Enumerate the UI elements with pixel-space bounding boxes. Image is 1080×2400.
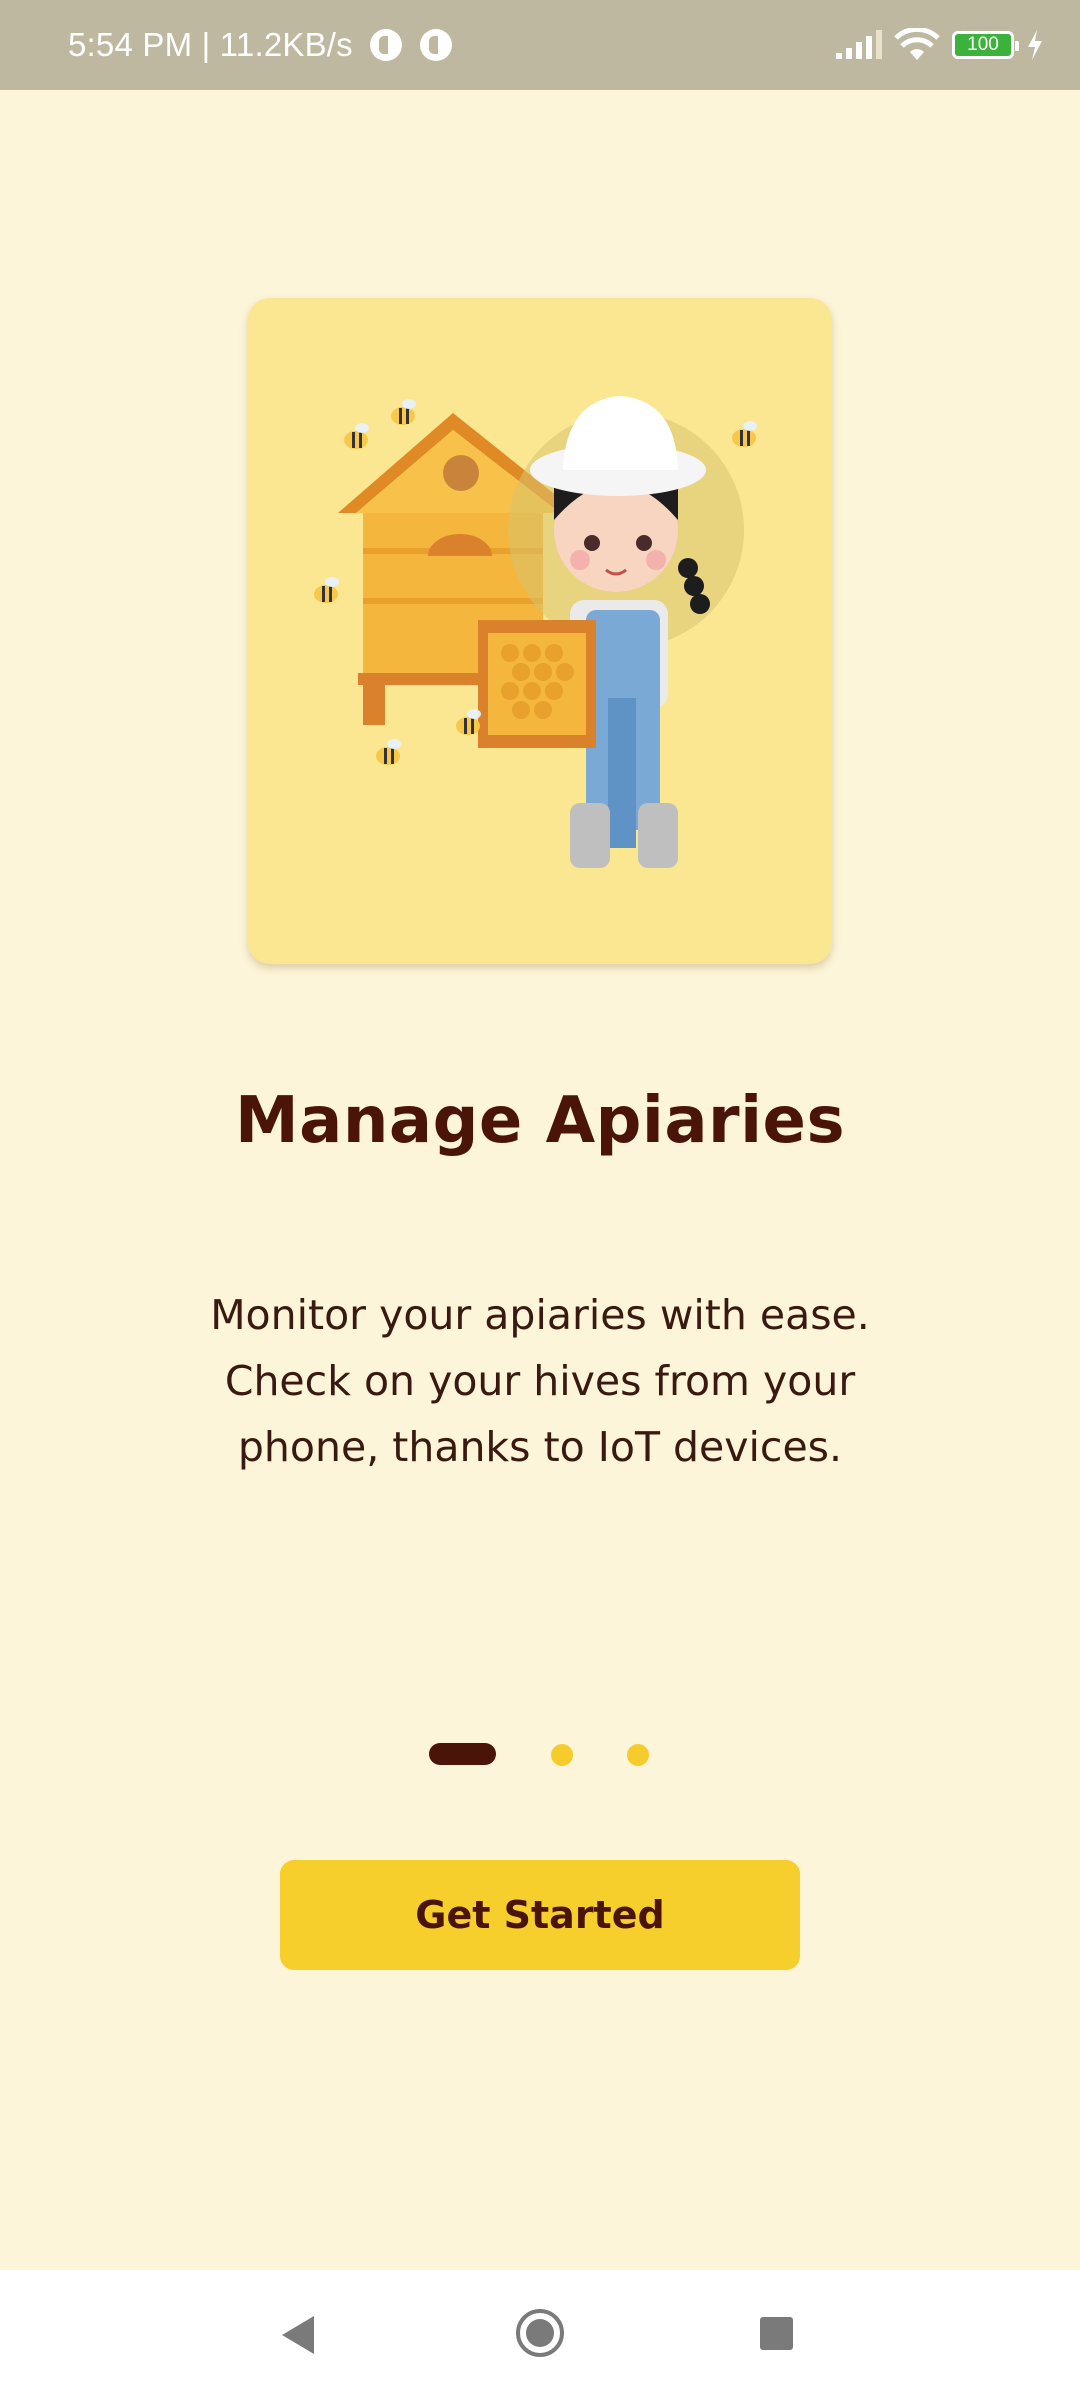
status-time: 5:54 PM | 11.2KB/s bbox=[68, 26, 353, 63]
illustration-card bbox=[248, 298, 832, 964]
bee-icon bbox=[344, 423, 369, 449]
back-icon[interactable] bbox=[282, 2316, 314, 2354]
recents-icon[interactable] bbox=[760, 2317, 793, 2350]
page-title: Manage Apiaries bbox=[234, 1084, 846, 1158]
page-indicator-dot bbox=[627, 1744, 649, 1766]
wifi-icon bbox=[894, 28, 940, 60]
page-indicator bbox=[0, 1740, 1080, 1770]
page-indicator-dot-active bbox=[429, 1743, 496, 1765]
home-icon[interactable] bbox=[516, 2309, 564, 2357]
charging-icon bbox=[1028, 30, 1042, 60]
beekeeper-illustration bbox=[314, 396, 757, 868]
signal-icon bbox=[836, 30, 882, 59]
status-bar: 5:54 PM | 11.2KB/s 100 bbox=[0, 0, 1080, 90]
page-description: Monitor your apiaries with ease. Check o… bbox=[210, 1291, 870, 1471]
status-icons: 100 bbox=[834, 0, 1044, 90]
app-notification-icon bbox=[370, 29, 402, 61]
battery-icon: 100 bbox=[952, 31, 1019, 59]
page-indicator-dot bbox=[551, 1744, 573, 1766]
app-notification-icon bbox=[420, 29, 452, 61]
get-started-button[interactable]: Get Started bbox=[280, 1860, 800, 1970]
